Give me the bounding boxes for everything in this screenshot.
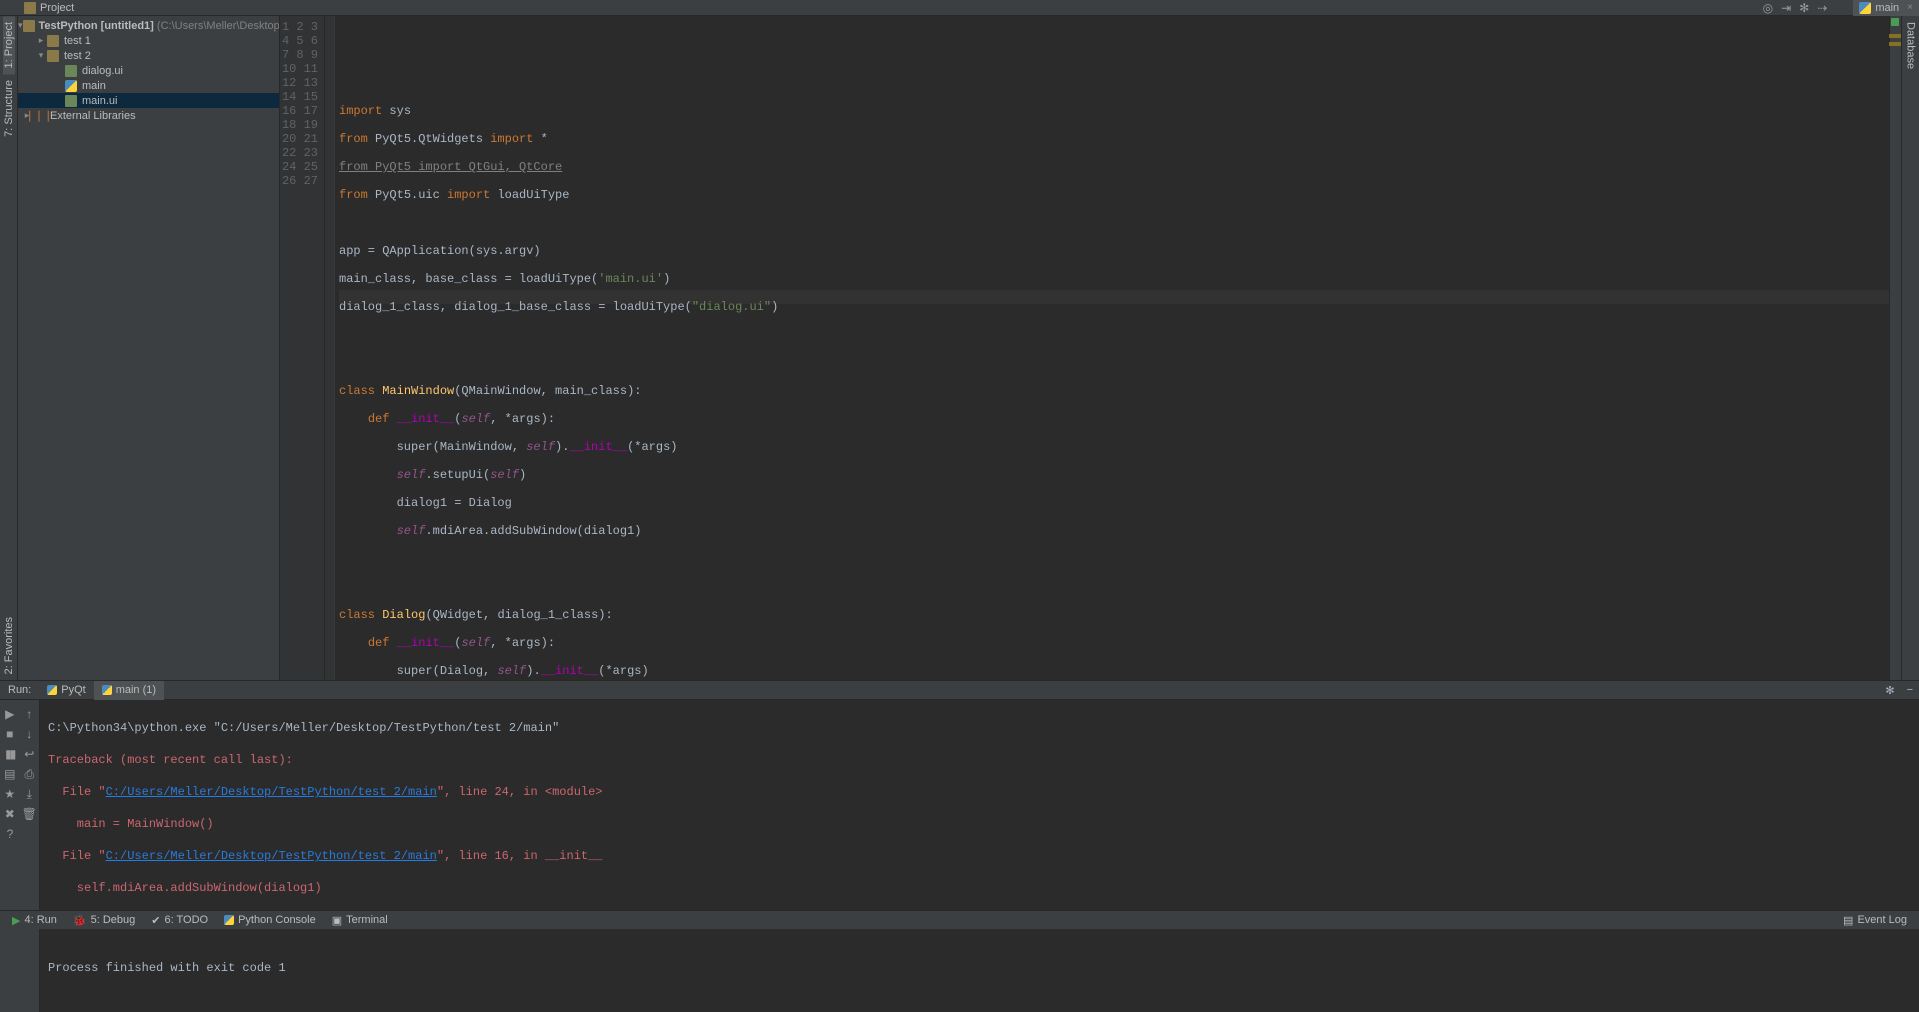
close-icon[interactable]: × bbox=[1907, 2, 1913, 13]
console-line: self.mdiArea.addSubWindow(dialog1) bbox=[48, 880, 1911, 896]
rerun-button[interactable]: ▶ bbox=[0, 704, 20, 724]
editor-area: 1 2 3 4 5 6 7 8 9 10 11 12 13 14 15 16 1… bbox=[280, 16, 1901, 680]
library-icon: ❘❘❘ bbox=[32, 110, 46, 122]
folder-icon bbox=[47, 35, 59, 47]
terminal-icon: ▣ bbox=[332, 914, 342, 927]
editor-tab-main[interactable]: main × bbox=[1853, 0, 1919, 16]
warning-marker[interactable] bbox=[1889, 34, 1901, 38]
folder-icon bbox=[47, 50, 59, 62]
top-tab-project-label: Project bbox=[40, 2, 74, 14]
ui-file-icon bbox=[65, 95, 77, 107]
print-button[interactable]: ⎙ bbox=[20, 764, 40, 784]
warning-marker[interactable] bbox=[1889, 42, 1901, 46]
console-line: Traceback (most recent call last): bbox=[48, 752, 1911, 768]
stop-button[interactable]: ■ bbox=[0, 724, 20, 744]
pause-button[interactable]: ▮▮ bbox=[0, 744, 20, 764]
tree-test2[interactable]: ▾ test 2 bbox=[18, 48, 279, 63]
play-icon: ▶ bbox=[12, 914, 20, 927]
fold-gutter[interactable] bbox=[325, 16, 335, 680]
trash-button[interactable]: 🗑 bbox=[20, 804, 40, 824]
editor-overview-ruler[interactable] bbox=[1889, 16, 1901, 680]
layout-button[interactable]: ▤ bbox=[0, 764, 20, 784]
project-panel: ▾ TestPython [untitled1] (C:\Users\Melle… bbox=[18, 16, 280, 680]
collapse-icon[interactable]: ⇥ bbox=[1781, 1, 1791, 15]
run-console[interactable]: C:\Python34\python.exe "C:/Users/Meller/… bbox=[40, 700, 1919, 1012]
chevron-right-icon[interactable]: ▸ bbox=[36, 35, 46, 46]
status-run[interactable]: ▶4: Run bbox=[4, 911, 65, 930]
console-line: C:\Python34\python.exe "C:/Users/Meller/… bbox=[48, 720, 1911, 736]
minimize-icon[interactable]: − bbox=[1901, 684, 1919, 696]
code-editor[interactable]: 1 2 3 4 5 6 7 8 9 10 11 12 13 14 15 16 1… bbox=[280, 16, 1901, 680]
tree-root-path: (C:\Users\Meller\Desktop\TestPy bbox=[157, 20, 279, 32]
file-link[interactable]: C:/Users/Meller/Desktop/TestPython/test … bbox=[106, 849, 437, 863]
analysis-ok-icon bbox=[1891, 18, 1899, 26]
up-button[interactable]: ↑ bbox=[20, 704, 40, 724]
status-event-log[interactable]: ▤Event Log bbox=[1835, 911, 1915, 930]
line-number-gutter: 1 2 3 4 5 6 7 8 9 10 11 12 13 14 15 16 1… bbox=[280, 16, 325, 680]
top-tabs: Project ◎ ⇥ ✻ ⇢ main × bbox=[0, 0, 1919, 16]
editor-tab-main-label: main bbox=[1875, 2, 1899, 14]
run-tab-pyqt[interactable]: PyQt bbox=[39, 681, 93, 700]
right-tool-strip: Database bbox=[1901, 16, 1919, 680]
tree-test1[interactable]: ▸ test 1 bbox=[18, 33, 279, 48]
tree-root-name: TestPython bbox=[39, 20, 98, 32]
tool-database[interactable]: Database bbox=[1905, 16, 1917, 75]
tree-main-py[interactable]: main bbox=[18, 78, 279, 93]
top-tab-project[interactable]: Project bbox=[18, 0, 80, 16]
tree-external-libs[interactable]: ▸ ❘❘❘ External Libraries bbox=[18, 108, 279, 123]
bug-icon: 🐞 bbox=[73, 914, 87, 927]
console-line: File "C:/Users/Meller/Desktop/TestPython… bbox=[48, 784, 1911, 800]
target-icon[interactable]: ◎ bbox=[1763, 1, 1773, 15]
close-button[interactable]: ✖ bbox=[0, 804, 20, 824]
file-link[interactable]: C:/Users/Meller/Desktop/TestPython/test … bbox=[106, 785, 437, 799]
project-tree[interactable]: ▾ TestPython [untitled1] (C:\Users\Melle… bbox=[18, 16, 279, 680]
status-bar: ▶4: Run 🐞5: Debug ✔6: TODO Python Consol… bbox=[0, 910, 1919, 929]
wrap-button[interactable]: ↩ bbox=[20, 744, 40, 764]
run-toolbar: ▶↑ ■↓ ▮▮↩ ▤⎙ ★⤓ ✖🗑 ? bbox=[0, 700, 40, 1012]
tree-dialog-ui[interactable]: dialog.ui bbox=[18, 63, 279, 78]
tree-root-suffix: [untitled1] bbox=[101, 20, 154, 32]
folder-icon bbox=[23, 20, 35, 32]
tree-root[interactable]: ▾ TestPython [untitled1] (C:\Users\Melle… bbox=[18, 18, 279, 33]
python-file-icon bbox=[102, 685, 112, 695]
run-panel: Run: PyQt main (1) ✻ − ▶↑ ■↓ ▮▮↩ ▤⎙ ★⤓ ✖… bbox=[0, 680, 1919, 910]
gear-icon[interactable]: ✻ bbox=[1799, 1, 1809, 15]
tool-structure[interactable]: 7: Structure bbox=[3, 74, 15, 143]
code-content[interactable]: import sys from PyQt5.QtWidgets import *… bbox=[335, 16, 1889, 680]
console-line: Process finished with exit code 1 bbox=[48, 960, 1911, 976]
gear-icon[interactable]: ✻ bbox=[1879, 684, 1900, 697]
run-tab-main[interactable]: main (1) bbox=[94, 681, 164, 700]
tool-project[interactable]: 1: Project bbox=[3, 16, 15, 74]
status-python-console[interactable]: Python Console bbox=[216, 911, 324, 930]
status-todo[interactable]: ✔6: TODO bbox=[143, 911, 216, 930]
python-file-icon bbox=[224, 915, 234, 925]
pin-button[interactable]: ★ bbox=[0, 784, 20, 804]
ui-file-icon bbox=[65, 65, 77, 77]
chevron-down-icon[interactable]: ▾ bbox=[36, 50, 46, 61]
python-file-icon bbox=[47, 685, 57, 695]
help-button[interactable]: ? bbox=[0, 824, 20, 844]
tool-favorites[interactable]: 2: Favorites bbox=[3, 611, 15, 680]
scroll-button[interactable]: ⤓ bbox=[20, 784, 40, 804]
console-line: main = MainWindow() bbox=[48, 816, 1911, 832]
left-tool-strip: 1: Project 7: Structure 2: Favorites bbox=[0, 16, 18, 680]
folder-icon bbox=[24, 2, 36, 14]
hide-icon[interactable]: ⇢ bbox=[1817, 1, 1827, 15]
run-label: Run: bbox=[0, 684, 39, 696]
status-debug[interactable]: 🐞5: Debug bbox=[65, 911, 143, 930]
todo-icon: ✔ bbox=[151, 914, 160, 927]
run-panel-header: Run: PyQt main (1) ✻ − bbox=[0, 681, 1919, 700]
log-icon: ▤ bbox=[1843, 914, 1853, 927]
python-file-icon bbox=[65, 80, 77, 92]
python-file-icon bbox=[1859, 2, 1871, 14]
down-button[interactable]: ↓ bbox=[20, 724, 40, 744]
console-line: File "C:/Users/Meller/Desktop/TestPython… bbox=[48, 848, 1911, 864]
status-terminal[interactable]: ▣Terminal bbox=[324, 911, 396, 930]
tree-main-ui[interactable]: main.ui bbox=[18, 93, 279, 108]
